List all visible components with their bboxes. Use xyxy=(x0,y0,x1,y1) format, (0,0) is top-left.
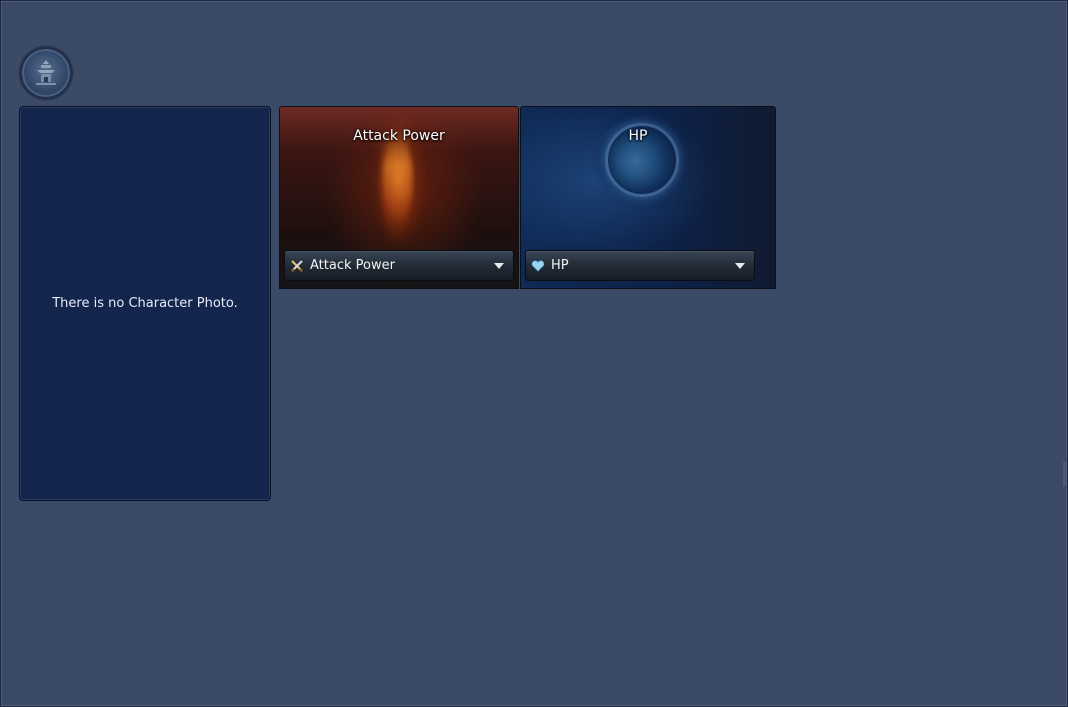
crossed-swords-icon xyxy=(290,259,304,273)
dropdown-selected-value: Attack Power xyxy=(310,258,395,273)
attack-power-card: Attack Power Attack Power xyxy=(279,106,519,289)
guild-emblem-icon[interactable] xyxy=(20,47,72,99)
resize-handle[interactable] xyxy=(1063,462,1066,486)
dropdown-selected-value: HP xyxy=(551,258,569,273)
character-photo-panel[interactable]: There is no Character Photo. xyxy=(19,106,271,501)
chevron-down-icon xyxy=(494,262,504,269)
chevron-down-icon xyxy=(735,262,745,269)
no-photo-message: There is no Character Photo. xyxy=(52,296,238,311)
attack-power-dropdown[interactable]: Attack Power xyxy=(284,250,514,281)
hp-card: HP HP xyxy=(520,106,776,289)
heart-icon xyxy=(531,259,545,273)
hp-dropdown[interactable]: HP xyxy=(525,250,755,281)
card-title: Attack Power xyxy=(353,128,445,144)
card-title: HP xyxy=(628,128,648,144)
